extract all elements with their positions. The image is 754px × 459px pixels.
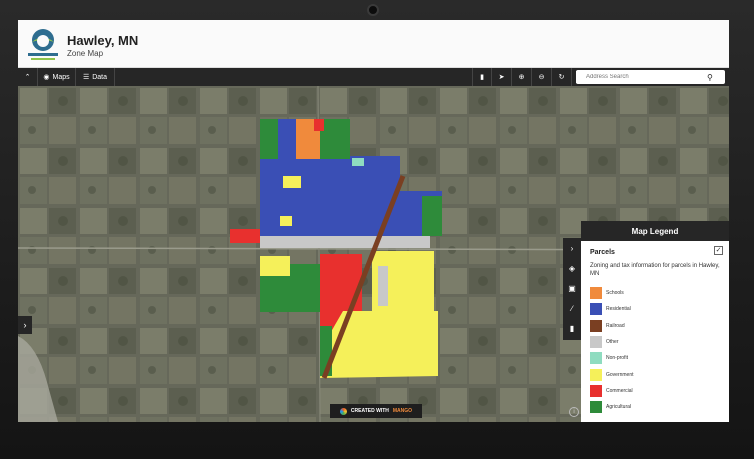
legend-item: Agricultural: [590, 399, 720, 415]
refresh-icon: ↻: [558, 74, 565, 81]
layer-title: Parcels: [590, 249, 615, 256]
legend-item-label: Commercial: [606, 387, 633, 394]
legend-item-label: Railroad: [606, 322, 625, 329]
parcel-agricultural[interactable]: [320, 119, 350, 159]
database-icon: ☰: [82, 74, 90, 81]
chevron-up-icon: ⌃: [24, 74, 31, 81]
legend-item: Residential: [590, 301, 720, 317]
legend-swatch: [590, 368, 602, 381]
legend-item: Non-profit: [590, 350, 720, 366]
legend-item: Railroad: [590, 318, 720, 334]
parcel-agricultural[interactable]: [290, 264, 320, 312]
zoom-out-icon: ⊖: [538, 74, 545, 81]
bookmark-icon: ▮: [480, 74, 484, 81]
page-title: Hawley, MN: [67, 33, 139, 48]
created-with-mango-badge[interactable]: CREATED WITH MANGO: [330, 404, 422, 418]
collapse-header-button[interactable]: ⌃: [18, 68, 38, 86]
legend-title: Map Legend: [581, 221, 729, 241]
legend-swatch: [590, 287, 602, 300]
legend-swatch: [590, 336, 602, 349]
page-subtitle: Zone Map: [67, 49, 104, 58]
legend-item: Commercial: [590, 383, 720, 399]
maps-label: Maps: [52, 73, 70, 81]
legend-swatch: [590, 303, 602, 316]
mango-logo-icon: [339, 407, 347, 415]
layer-description: Zoning and tax information for parcels i…: [590, 263, 720, 277]
measure-button[interactable]: ∕: [563, 298, 581, 318]
legend-item-label: Schools: [606, 290, 624, 297]
legend-swatch: [590, 319, 602, 332]
legend-item: Other: [590, 334, 720, 350]
app-header: Hawley, MN Zone Map: [18, 20, 729, 68]
legend-swatch: [590, 401, 602, 414]
badge-brand: MANGO: [392, 408, 413, 414]
globe-icon: ◉: [43, 74, 50, 81]
layers-icon: ◈: [568, 263, 576, 273]
parcel-other[interactable]: [378, 266, 388, 306]
chevron-right-icon: ›: [23, 320, 27, 330]
collapse-legend-button[interactable]: ›: [563, 238, 581, 258]
legend-item-label: Residential: [606, 306, 631, 313]
layer-visibility-checkbox[interactable]: ✓: [714, 246, 723, 255]
ruler-icon: ∕: [571, 303, 573, 313]
parcel-commercial[interactable]: [230, 229, 260, 243]
share-icon: ➤: [498, 74, 505, 81]
info-icon[interactable]: i: [569, 407, 579, 417]
legend-item-label: Government: [606, 371, 634, 378]
chevron-right-icon: ›: [570, 243, 574, 253]
parcel-government[interactable]: [283, 176, 301, 188]
bookmark-icon: ▮: [569, 323, 575, 333]
refresh-button[interactable]: ↻: [552, 68, 572, 86]
legend-item-label: Agricultural: [606, 404, 632, 411]
toolbar: ⌃ ◉ Maps ☰ Data ▮ ➤ ⊕ ⊖ ↻ Address Search…: [18, 68, 729, 86]
legend-swatch: [590, 384, 602, 397]
legend-list: Schools Residential Railroad Other Non-p…: [590, 285, 720, 415]
parcel-other[interactable]: [260, 236, 430, 248]
image-icon: ▣: [568, 283, 576, 293]
webcam: [367, 4, 379, 16]
parcel-government[interactable]: [280, 216, 292, 226]
legend-item: Schools: [590, 285, 720, 301]
parcel-agricultural[interactable]: [422, 196, 442, 236]
zoom-in-button[interactable]: ⊕: [512, 68, 532, 86]
map-side-toolbar: › ◈ ▣ ∕ ▮: [563, 238, 581, 340]
organization-logo: [28, 29, 58, 60]
laptop-frame: Hawley, MN Zone Map ⌃ ◉ Maps ☰ Data ▮ ➤ …: [0, 0, 754, 459]
data-label: Data: [92, 73, 108, 81]
legend-swatch: [590, 352, 602, 365]
legend-item-label: Other: [606, 339, 619, 346]
maps-button[interactable]: ◉ Maps: [38, 68, 76, 86]
zoom-in-icon: ⊕: [518, 74, 525, 81]
legend-item: Government: [590, 366, 720, 382]
layers-button[interactable]: ◈: [563, 258, 581, 278]
zoom-out-button[interactable]: ⊖: [532, 68, 552, 86]
bookmark-button[interactable]: ▮: [472, 68, 492, 86]
map-legend-panel: Map Legend ✓ Parcels Zoning and tax info…: [581, 221, 729, 422]
expand-left-panel-button[interactable]: ›: [18, 316, 32, 334]
basemap-button[interactable]: ▣: [563, 278, 581, 298]
share-button[interactable]: ➤: [492, 68, 512, 86]
data-button[interactable]: ☰ Data: [76, 68, 115, 86]
parcel-agricultural[interactable]: [260, 276, 290, 312]
parcel-agricultural[interactable]: [260, 119, 278, 159]
parcel-non-profit[interactable]: [352, 158, 364, 166]
parcel-commercial[interactable]: [314, 119, 324, 131]
bookmarks-button[interactable]: ▮: [563, 318, 581, 338]
address-search: ⚲: [576, 70, 725, 84]
app-screen: Hawley, MN Zone Map ⌃ ◉ Maps ☰ Data ▮ ➤ …: [18, 20, 729, 422]
address-search-input[interactable]: [576, 71, 702, 83]
badge-label: CREATED WITH: [350, 408, 389, 414]
search-icon[interactable]: ⚲: [707, 73, 713, 82]
legend-item-label: Non-profit: [606, 355, 628, 362]
